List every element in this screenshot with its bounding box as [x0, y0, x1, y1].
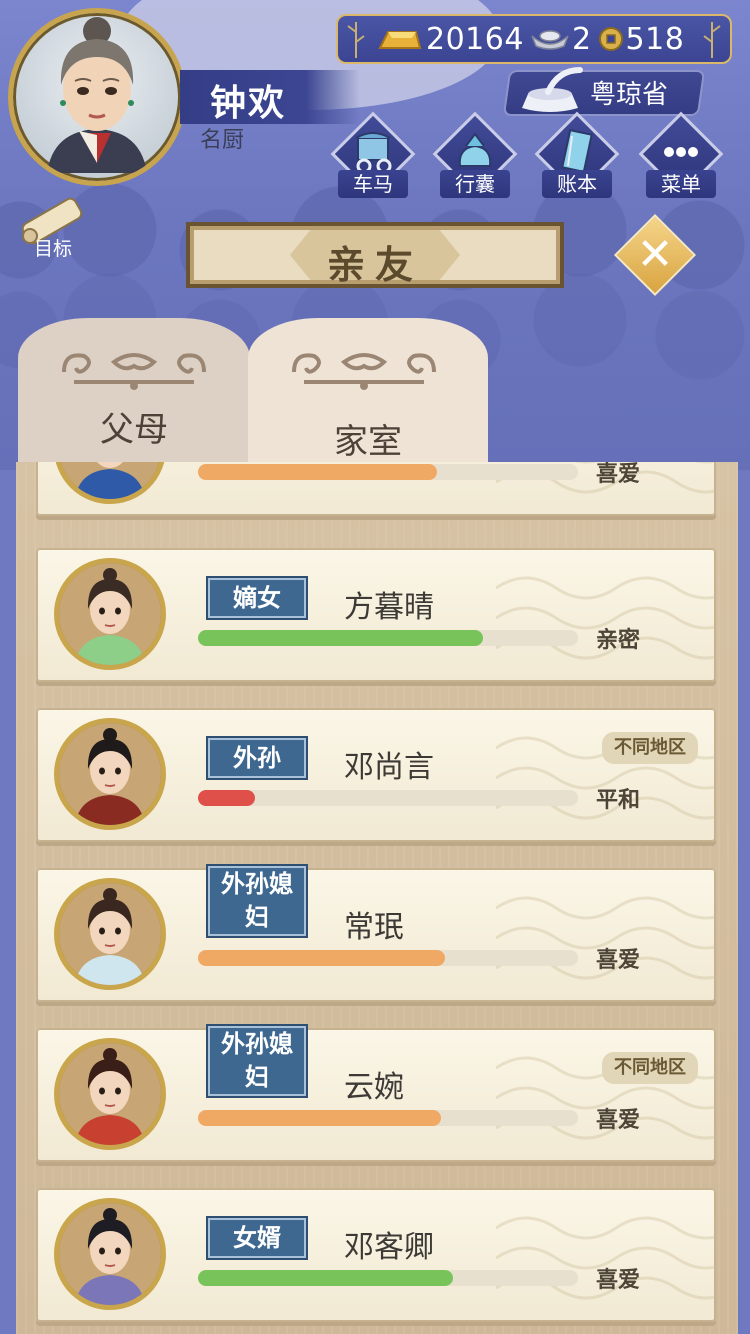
relative-name: 方暮晴 — [344, 590, 434, 625]
relative-avatar[interactable] — [54, 878, 166, 990]
silver-ingot-icon — [531, 30, 569, 50]
player-title: 名厨 — [200, 128, 245, 153]
relative-card[interactable]: 外孙媳妇常珉喜爱 — [36, 864, 716, 1002]
mortar-icon — [522, 67, 583, 112]
attitude-label: 喜爱 — [596, 1268, 641, 1293]
relation-tag: 外孙媳妇 — [206, 1024, 308, 1098]
coin-counter: 518 — [598, 22, 685, 57]
relation-tag: 外孙媳妇 — [206, 864, 308, 938]
relative-portrait — [59, 462, 161, 499]
relatives-list[interactable]: 喜爱 嫡女 方暮晴 亲密 外孙 邓尚言 不同地区 平和 外孙媳妇 常珉 喜爱 外… — [16, 462, 738, 1334]
carriage-button[interactable]: 车马 — [326, 111, 420, 198]
carriage-icon — [355, 132, 392, 174]
relative-portrait — [59, 1043, 161, 1145]
wave-pattern — [496, 576, 716, 660]
bamboo-icon — [703, 22, 721, 58]
affinity-bar — [198, 790, 578, 806]
relative-avatar[interactable] — [54, 718, 166, 830]
affinity-bar — [198, 950, 578, 966]
relation-tag: 外孙 — [206, 736, 308, 780]
bundle-button[interactable]: 行囊 — [428, 111, 522, 198]
region-badge: 不同地区 — [602, 732, 698, 764]
relative-name: 云婉 — [344, 1070, 404, 1105]
ledger-icon — [561, 128, 593, 174]
tab-parents-label: 父母 — [100, 410, 168, 450]
affinity-bar-fill — [198, 790, 255, 806]
goal-label: 目标 — [34, 238, 73, 260]
menu-label: 菜单 — [646, 170, 716, 198]
attitude-label: 喜爱 — [596, 462, 641, 487]
relative-card[interactable]: 嫡女 方暮晴亲密 — [36, 548, 716, 682]
relative-portrait — [59, 723, 161, 825]
relative-avatar[interactable] — [54, 1038, 166, 1150]
player-portrait — [47, 17, 147, 173]
relative-card[interactable]: 喜爱 — [36, 462, 716, 516]
gold-bar-icon — [378, 31, 422, 49]
affinity-bar-fill — [198, 1110, 442, 1126]
bundle-icon — [458, 132, 492, 167]
attitude-label: 喜爱 — [596, 948, 641, 973]
player-name: 钟欢 — [210, 83, 287, 124]
copper-coin-icon — [598, 27, 623, 51]
relation-tag: 女婿 — [206, 1216, 308, 1260]
relative-card[interactable]: 外孙媳妇云婉 不同地区喜爱 — [36, 1024, 716, 1162]
wave-pattern — [496, 1056, 716, 1140]
coin-value: 518 — [625, 21, 685, 57]
tab-family[interactable]: 家室 — [248, 318, 488, 468]
affinity-bar-fill — [198, 630, 483, 646]
affinity-bar — [198, 1110, 578, 1126]
wave-pattern — [496, 736, 716, 820]
attitude-label: 喜爱 — [596, 1108, 641, 1133]
currency-bar: 20164 2 518 — [336, 14, 732, 64]
tab-parents[interactable]: 父母 — [18, 318, 250, 468]
affinity-bar-fill — [198, 950, 445, 966]
relative-avatar[interactable] — [54, 558, 166, 670]
wave-pattern — [496, 896, 716, 980]
bundle-label: 行囊 — [440, 170, 510, 198]
affinity-bar — [198, 1270, 578, 1286]
wave-pattern — [496, 1216, 716, 1300]
gold-value: 20164 — [426, 21, 524, 57]
bamboo-icon — [347, 22, 365, 58]
region-label: 粤琼省 — [590, 80, 669, 110]
close-icon[interactable]: ✕ — [626, 226, 684, 284]
relative-portrait — [59, 563, 161, 665]
menu-button[interactable]: 菜单 — [634, 111, 728, 198]
relative-name: 邓尚言 — [344, 750, 434, 785]
ledger-label: 账本 — [542, 170, 612, 198]
more-icon — [664, 147, 698, 157]
gold-counter: 20164 — [378, 22, 524, 57]
relative-card[interactable]: 外孙 邓尚言 不同地区平和 — [36, 708, 716, 842]
silver-value: 2 — [571, 21, 592, 57]
affinity-bar-fill — [198, 1270, 453, 1286]
ledger-button[interactable]: 账本 — [530, 111, 624, 198]
relative-portrait — [59, 883, 161, 985]
relative-card[interactable]: 女婿 邓客卿喜爱 — [36, 1188, 716, 1322]
relative-name: 邓客卿 — [344, 1230, 434, 1265]
carriage-label: 车马 — [338, 170, 408, 198]
region-badge: 不同地区 — [602, 1052, 698, 1084]
relative-portrait — [59, 1203, 161, 1305]
page-title: 亲友 — [326, 243, 423, 287]
affinity-bar-fill — [198, 464, 438, 480]
affinity-bar — [198, 464, 578, 480]
silver-counter: 2 — [530, 22, 592, 57]
relation-tag: 嫡女 — [206, 576, 308, 620]
relative-avatar[interactable] — [54, 1198, 166, 1310]
affinity-bar — [198, 630, 578, 646]
attitude-label: 平和 — [596, 788, 641, 813]
title-banner: 亲友 — [186, 222, 564, 288]
tab-family-label: 家室 — [334, 422, 402, 462]
relative-avatar[interactable] — [54, 462, 166, 504]
player-avatar[interactable] — [8, 8, 186, 186]
relative-name: 常珉 — [344, 910, 404, 945]
attitude-label: 亲密 — [596, 628, 641, 653]
cloud-ornament-icon — [62, 353, 206, 390]
cloud-ornament-icon — [292, 353, 436, 390]
